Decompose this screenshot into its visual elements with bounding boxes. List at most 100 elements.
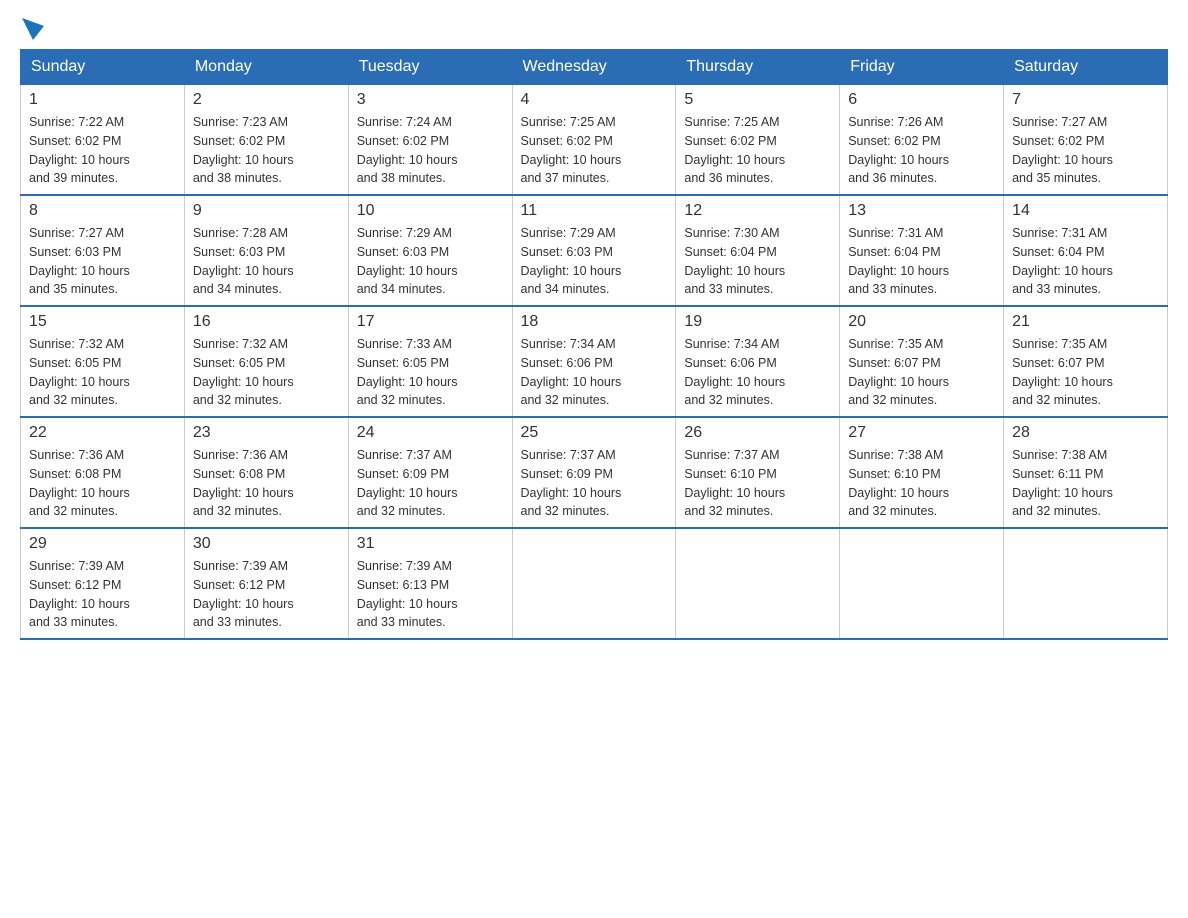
calendar-cell: [840, 528, 1004, 639]
header-tuesday: Tuesday: [348, 50, 512, 85]
day-info: Sunrise: 7:39 AM Sunset: 6:12 PM Dayligh…: [29, 557, 176, 632]
day-number: 16: [193, 313, 340, 331]
calendar-cell: 27 Sunrise: 7:38 AM Sunset: 6:10 PM Dayl…: [840, 417, 1004, 528]
calendar-week-row: 1 Sunrise: 7:22 AM Sunset: 6:02 PM Dayli…: [21, 85, 1168, 196]
day-info: Sunrise: 7:24 AM Sunset: 6:02 PM Dayligh…: [357, 113, 504, 188]
day-info: Sunrise: 7:38 AM Sunset: 6:11 PM Dayligh…: [1012, 446, 1159, 521]
calendar-header-row: SundayMondayTuesdayWednesdayThursdayFrid…: [21, 50, 1168, 85]
day-number: 12: [684, 202, 831, 220]
day-number: 24: [357, 424, 504, 442]
calendar-cell: 19 Sunrise: 7:34 AM Sunset: 6:06 PM Dayl…: [676, 306, 840, 417]
day-info: Sunrise: 7:39 AM Sunset: 6:12 PM Dayligh…: [193, 557, 340, 632]
header-sunday: Sunday: [21, 50, 185, 85]
day-number: 30: [193, 535, 340, 553]
day-info: Sunrise: 7:31 AM Sunset: 6:04 PM Dayligh…: [848, 224, 995, 299]
calendar-week-row: 22 Sunrise: 7:36 AM Sunset: 6:08 PM Dayl…: [21, 417, 1168, 528]
day-number: 6: [848, 91, 995, 109]
calendar-cell: 5 Sunrise: 7:25 AM Sunset: 6:02 PM Dayli…: [676, 85, 840, 196]
day-info: Sunrise: 7:37 AM Sunset: 6:09 PM Dayligh…: [357, 446, 504, 521]
day-number: 20: [848, 313, 995, 331]
day-number: 19: [684, 313, 831, 331]
day-info: Sunrise: 7:35 AM Sunset: 6:07 PM Dayligh…: [1012, 335, 1159, 410]
calendar-cell: 20 Sunrise: 7:35 AM Sunset: 6:07 PM Dayl…: [840, 306, 1004, 417]
day-number: 18: [521, 313, 668, 331]
calendar-cell: 13 Sunrise: 7:31 AM Sunset: 6:04 PM Dayl…: [840, 195, 1004, 306]
header-saturday: Saturday: [1004, 50, 1168, 85]
day-number: 17: [357, 313, 504, 331]
calendar-cell: 26 Sunrise: 7:37 AM Sunset: 6:10 PM Dayl…: [676, 417, 840, 528]
day-info: Sunrise: 7:32 AM Sunset: 6:05 PM Dayligh…: [193, 335, 340, 410]
day-number: 7: [1012, 91, 1159, 109]
logo: [20, 20, 44, 39]
calendar-cell: [676, 528, 840, 639]
day-info: Sunrise: 7:26 AM Sunset: 6:02 PM Dayligh…: [848, 113, 995, 188]
day-number: 11: [521, 202, 668, 220]
day-number: 2: [193, 91, 340, 109]
calendar-week-row: 15 Sunrise: 7:32 AM Sunset: 6:05 PM Dayl…: [21, 306, 1168, 417]
day-number: 26: [684, 424, 831, 442]
day-info: Sunrise: 7:38 AM Sunset: 6:10 PM Dayligh…: [848, 446, 995, 521]
day-info: Sunrise: 7:29 AM Sunset: 6:03 PM Dayligh…: [357, 224, 504, 299]
day-number: 22: [29, 424, 176, 442]
day-info: Sunrise: 7:30 AM Sunset: 6:04 PM Dayligh…: [684, 224, 831, 299]
calendar-cell: 21 Sunrise: 7:35 AM Sunset: 6:07 PM Dayl…: [1004, 306, 1168, 417]
day-number: 9: [193, 202, 340, 220]
calendar-week-row: 29 Sunrise: 7:39 AM Sunset: 6:12 PM Dayl…: [21, 528, 1168, 639]
calendar-cell: 18 Sunrise: 7:34 AM Sunset: 6:06 PM Dayl…: [512, 306, 676, 417]
day-number: 5: [684, 91, 831, 109]
calendar-cell: 17 Sunrise: 7:33 AM Sunset: 6:05 PM Dayl…: [348, 306, 512, 417]
day-info: Sunrise: 7:23 AM Sunset: 6:02 PM Dayligh…: [193, 113, 340, 188]
calendar-cell: 15 Sunrise: 7:32 AM Sunset: 6:05 PM Dayl…: [21, 306, 185, 417]
day-number: 28: [1012, 424, 1159, 442]
page-header: [20, 20, 1168, 39]
calendar-cell: 12 Sunrise: 7:30 AM Sunset: 6:04 PM Dayl…: [676, 195, 840, 306]
day-number: 13: [848, 202, 995, 220]
calendar-cell: 14 Sunrise: 7:31 AM Sunset: 6:04 PM Dayl…: [1004, 195, 1168, 306]
day-info: Sunrise: 7:22 AM Sunset: 6:02 PM Dayligh…: [29, 113, 176, 188]
calendar-cell: 28 Sunrise: 7:38 AM Sunset: 6:11 PM Dayl…: [1004, 417, 1168, 528]
calendar-cell: 9 Sunrise: 7:28 AM Sunset: 6:03 PM Dayli…: [184, 195, 348, 306]
calendar-cell: 2 Sunrise: 7:23 AM Sunset: 6:02 PM Dayli…: [184, 85, 348, 196]
calendar-cell: 24 Sunrise: 7:37 AM Sunset: 6:09 PM Dayl…: [348, 417, 512, 528]
day-info: Sunrise: 7:36 AM Sunset: 6:08 PM Dayligh…: [29, 446, 176, 521]
calendar-cell: 30 Sunrise: 7:39 AM Sunset: 6:12 PM Dayl…: [184, 528, 348, 639]
day-number: 21: [1012, 313, 1159, 331]
day-number: 1: [29, 91, 176, 109]
day-info: Sunrise: 7:34 AM Sunset: 6:06 PM Dayligh…: [684, 335, 831, 410]
day-info: Sunrise: 7:31 AM Sunset: 6:04 PM Dayligh…: [1012, 224, 1159, 299]
day-number: 8: [29, 202, 176, 220]
calendar-cell: 31 Sunrise: 7:39 AM Sunset: 6:13 PM Dayl…: [348, 528, 512, 639]
calendar-cell: 8 Sunrise: 7:27 AM Sunset: 6:03 PM Dayli…: [21, 195, 185, 306]
day-info: Sunrise: 7:35 AM Sunset: 6:07 PM Dayligh…: [848, 335, 995, 410]
calendar-cell: 22 Sunrise: 7:36 AM Sunset: 6:08 PM Dayl…: [21, 417, 185, 528]
calendar-cell: 4 Sunrise: 7:25 AM Sunset: 6:02 PM Dayli…: [512, 85, 676, 196]
calendar-cell: 23 Sunrise: 7:36 AM Sunset: 6:08 PM Dayl…: [184, 417, 348, 528]
day-number: 27: [848, 424, 995, 442]
day-info: Sunrise: 7:36 AM Sunset: 6:08 PM Dayligh…: [193, 446, 340, 521]
day-number: 15: [29, 313, 176, 331]
calendar-cell: [1004, 528, 1168, 639]
day-number: 29: [29, 535, 176, 553]
header-friday: Friday: [840, 50, 1004, 85]
day-info: Sunrise: 7:29 AM Sunset: 6:03 PM Dayligh…: [521, 224, 668, 299]
day-info: Sunrise: 7:25 AM Sunset: 6:02 PM Dayligh…: [521, 113, 668, 188]
calendar-cell: 7 Sunrise: 7:27 AM Sunset: 6:02 PM Dayli…: [1004, 85, 1168, 196]
logo-arrow-icon: [22, 18, 44, 40]
header-thursday: Thursday: [676, 50, 840, 85]
calendar-cell: 11 Sunrise: 7:29 AM Sunset: 6:03 PM Dayl…: [512, 195, 676, 306]
calendar-cell: 25 Sunrise: 7:37 AM Sunset: 6:09 PM Dayl…: [512, 417, 676, 528]
calendar-cell: [512, 528, 676, 639]
calendar-cell: 16 Sunrise: 7:32 AM Sunset: 6:05 PM Dayl…: [184, 306, 348, 417]
day-number: 31: [357, 535, 504, 553]
day-number: 10: [357, 202, 504, 220]
day-info: Sunrise: 7:32 AM Sunset: 6:05 PM Dayligh…: [29, 335, 176, 410]
calendar-cell: 10 Sunrise: 7:29 AM Sunset: 6:03 PM Dayl…: [348, 195, 512, 306]
day-info: Sunrise: 7:27 AM Sunset: 6:03 PM Dayligh…: [29, 224, 176, 299]
header-monday: Monday: [184, 50, 348, 85]
calendar-cell: 3 Sunrise: 7:24 AM Sunset: 6:02 PM Dayli…: [348, 85, 512, 196]
calendar-cell: 6 Sunrise: 7:26 AM Sunset: 6:02 PM Dayli…: [840, 85, 1004, 196]
day-number: 23: [193, 424, 340, 442]
day-info: Sunrise: 7:33 AM Sunset: 6:05 PM Dayligh…: [357, 335, 504, 410]
day-number: 14: [1012, 202, 1159, 220]
calendar-week-row: 8 Sunrise: 7:27 AM Sunset: 6:03 PM Dayli…: [21, 195, 1168, 306]
